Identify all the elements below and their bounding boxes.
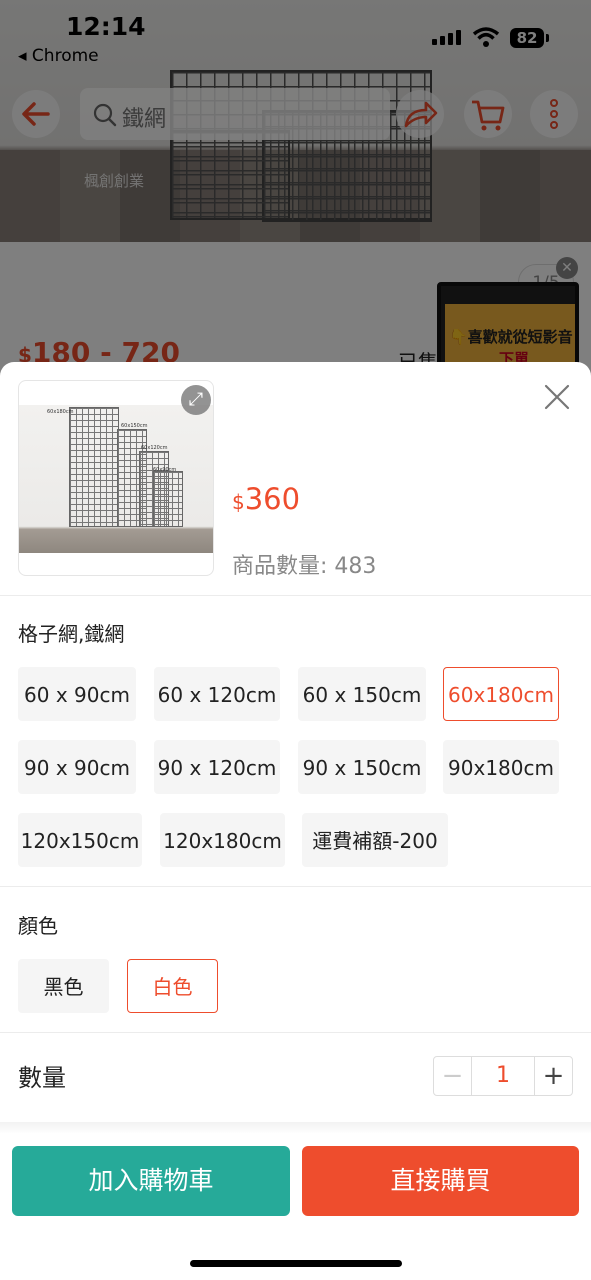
product-page-background: 楓創創業 12:14 ◂ Chrome 82 鐵網 bbox=[0, 0, 591, 420]
price-value: 360 bbox=[244, 482, 301, 516]
overlay-dim[interactable] bbox=[0, 0, 591, 420]
option-90x150[interactable]: 90 x 150cm bbox=[298, 740, 426, 794]
thumb-label-1: 60x180cm bbox=[47, 409, 74, 415]
plus-icon[interactable]: + bbox=[534, 1057, 572, 1095]
option-90x120[interactable]: 90 x 120cm bbox=[154, 740, 280, 794]
stock-count: 商品數量: 483 bbox=[232, 554, 377, 579]
quantity-label: 數量 bbox=[18, 1064, 66, 1092]
color-title: 顏色 bbox=[18, 914, 58, 938]
quantity-value[interactable]: 1 bbox=[472, 1057, 534, 1095]
option-60x180[interactable]: 60x180cm bbox=[443, 667, 559, 721]
option-90x180[interactable]: 90x180cm bbox=[443, 740, 559, 794]
expand-image-button[interactable]: ⤢ bbox=[181, 385, 211, 415]
variation-sheet: 60x180cm 60x150cm 60x120cm 60x90cm ⤢ $36… bbox=[0, 362, 591, 1280]
divider bbox=[0, 1032, 591, 1033]
option-60x90[interactable]: 60 x 90cm bbox=[18, 667, 136, 721]
product-thumbnail[interactable]: 60x180cm 60x150cm 60x120cm 60x90cm ⤢ bbox=[18, 380, 214, 576]
color-option-black[interactable]: 黑色 bbox=[18, 959, 109, 1013]
color-option-white[interactable]: 白色 bbox=[127, 959, 218, 1013]
expand-icon: ⤢ bbox=[188, 389, 204, 410]
thumb-label-3: 60x120cm bbox=[141, 445, 168, 451]
close-icon bbox=[544, 384, 570, 410]
price-currency: $ bbox=[232, 490, 245, 514]
add-to-cart-button[interactable]: 加入購物車 bbox=[12, 1146, 290, 1216]
divider bbox=[0, 886, 591, 887]
option-60x150[interactable]: 60 x 150cm bbox=[298, 667, 426, 721]
option-90x90[interactable]: 90 x 90cm bbox=[18, 740, 136, 794]
minus-icon[interactable]: − bbox=[434, 1057, 472, 1095]
quantity-stepper: − 1 + bbox=[433, 1056, 573, 1096]
divider bbox=[0, 595, 591, 596]
buy-now-button[interactable]: 直接購買 bbox=[302, 1146, 579, 1216]
home-indicator[interactable] bbox=[190, 1260, 402, 1267]
selected-price: $360 bbox=[232, 482, 300, 516]
option-120x150[interactable]: 120x150cm bbox=[18, 813, 142, 867]
footer-divider bbox=[0, 1122, 591, 1134]
option-60x120[interactable]: 60 x 120cm bbox=[154, 667, 280, 721]
close-sheet-button[interactable] bbox=[540, 380, 574, 414]
thumb-label-4: 60x90cm bbox=[153, 467, 177, 473]
thumbnail-image: 60x180cm 60x150cm 60x120cm 60x90cm bbox=[19, 405, 213, 553]
thumb-label-2: 60x150cm bbox=[121, 423, 148, 429]
variation-title: 格子網,鐵網 bbox=[18, 622, 125, 646]
option-shipping-extra[interactable]: 運費補額-200 bbox=[302, 813, 448, 867]
option-120x180[interactable]: 120x180cm bbox=[160, 813, 285, 867]
